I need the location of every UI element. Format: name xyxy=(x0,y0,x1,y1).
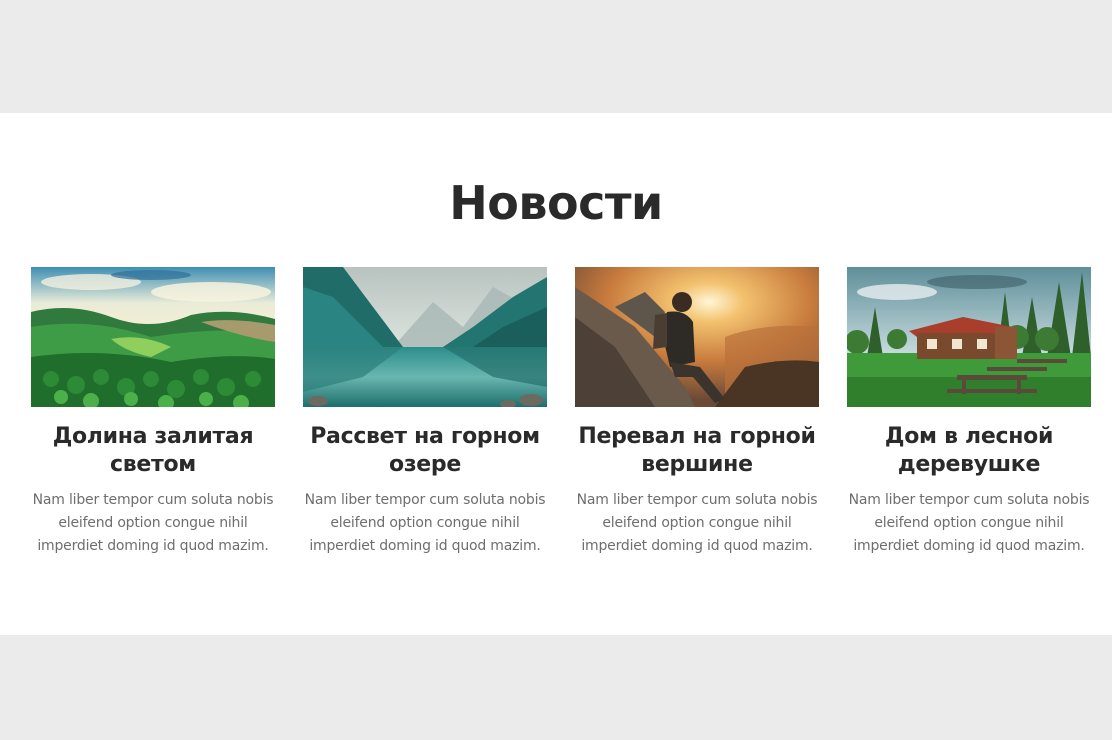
card-title[interactable]: Долина залитая светом xyxy=(31,423,275,479)
card-title[interactable]: Дом в лесной деревушке xyxy=(847,423,1091,479)
mountain-lake-image[interactable] xyxy=(303,267,547,407)
card-description: Nam liber tempor cum soluta nobis eleife… xyxy=(848,492,1090,554)
card-description: Nam liber tempor cum soluta nobis eleife… xyxy=(576,492,818,554)
news-card[interactable]: Перевал на горной вершине Nam liber temp… xyxy=(575,267,819,558)
card-title[interactable]: Рассвет на горном озере xyxy=(303,423,547,479)
section-title: Новости xyxy=(449,176,663,230)
bottom-band xyxy=(0,635,1112,740)
news-card[interactable]: Долина залитая светом Nam liber tempor c… xyxy=(31,267,275,558)
news-card[interactable]: Рассвет на горном озере Nam liber tempor… xyxy=(303,267,547,558)
card-description: Nam liber tempor cum soluta nobis eleife… xyxy=(32,492,274,554)
card-description: Nam liber tempor cum soluta nobis eleife… xyxy=(304,492,546,554)
forest-cabin-image[interactable] xyxy=(847,267,1091,407)
news-card-list: Долина залитая светом Nam liber tempor c… xyxy=(31,267,1091,558)
green-valley-image[interactable] xyxy=(31,267,275,407)
news-section: Новости Долина залитая светом Nam liber … xyxy=(0,113,1112,635)
hiker-summit-image[interactable] xyxy=(575,267,819,407)
top-band xyxy=(0,0,1112,113)
card-title[interactable]: Перевал на горной вершине xyxy=(575,423,819,479)
news-card[interactable]: Дом в лесной деревушке Nam liber tempor … xyxy=(847,267,1091,558)
